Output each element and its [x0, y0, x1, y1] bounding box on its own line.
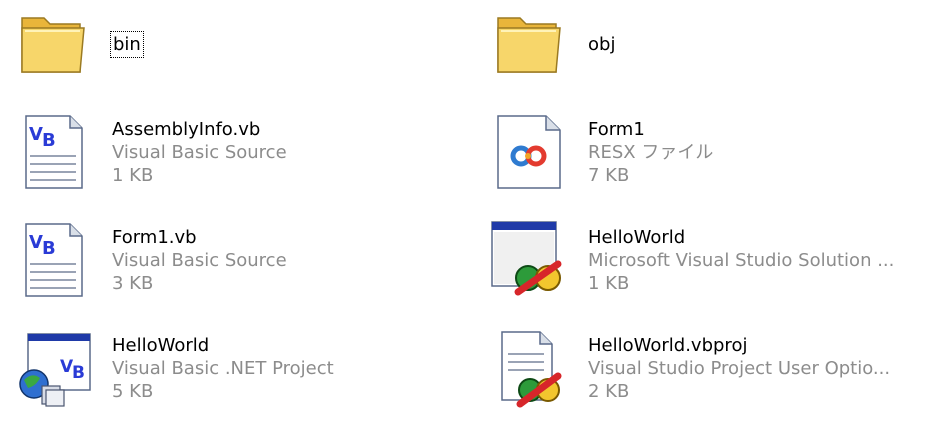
item-size: 3 KB — [112, 272, 154, 294]
folder-icon — [14, 4, 94, 84]
item-name: Form1 — [588, 118, 645, 140]
item-name: HelloWorld.vbproj — [588, 334, 748, 356]
item-size: 1 KB — [112, 164, 154, 186]
vb-project-icon: V B — [14, 328, 94, 408]
file-item-helloworld-sln[interactable]: HelloWorld Microsoft Visual Studio Solut… — [490, 220, 894, 300]
vs-user-options-icon — [490, 328, 570, 408]
item-type: Visual Basic Source — [112, 141, 287, 163]
item-name: bin — [110, 30, 144, 58]
svg-text:V: V — [29, 232, 43, 253]
item-name: AssemblyInfo.vb — [112, 118, 261, 140]
item-name: HelloWorld — [112, 334, 210, 356]
resx-file-icon — [490, 112, 570, 192]
item-size: 1 KB — [588, 272, 630, 294]
folder-item-obj[interactable]: obj — [490, 4, 615, 84]
item-type: Visual Studio Project User Optio... — [588, 357, 891, 379]
item-name: HelloWorld — [588, 226, 686, 248]
item-name: Form1.vb — [112, 226, 197, 248]
file-item-form1-vb[interactable]: V B Form1.vb Visual Basic Source 3 KB — [14, 220, 287, 300]
vb-source-file-icon: V B — [14, 112, 94, 192]
file-item-helloworld-vbproj-user[interactable]: HelloWorld.vbproj Visual Studio Project … — [490, 328, 890, 408]
item-size: 7 KB — [588, 164, 630, 186]
vb-source-file-icon: V B — [14, 220, 94, 300]
svg-text:B: B — [42, 130, 56, 151]
item-type: Visual Basic Source — [112, 249, 287, 271]
file-item-form1-resx[interactable]: Form1 RESX ファイル 7 KB — [490, 112, 713, 192]
item-size: 2 KB — [588, 380, 630, 402]
svg-text:B: B — [72, 363, 85, 383]
file-item-assemblyinfo[interactable]: V B AssemblyInfo.vb Visual Basic Source … — [14, 112, 287, 192]
vs-solution-icon — [490, 220, 570, 300]
file-item-helloworld-vbproj-project[interactable]: V B HelloWorld Visual Basic .NET Project… — [14, 328, 334, 408]
item-type: Microsoft Visual Studio Solution ... — [588, 249, 895, 271]
item-size: 5 KB — [112, 380, 154, 402]
item-name: obj — [588, 33, 616, 55]
svg-text:V: V — [29, 124, 43, 145]
folder-item-bin[interactable]: bin — [14, 4, 144, 84]
item-type: Visual Basic .NET Project — [112, 357, 334, 379]
item-type: RESX ファイル — [588, 141, 714, 163]
folder-icon — [490, 4, 570, 84]
svg-text:B: B — [42, 238, 56, 259]
